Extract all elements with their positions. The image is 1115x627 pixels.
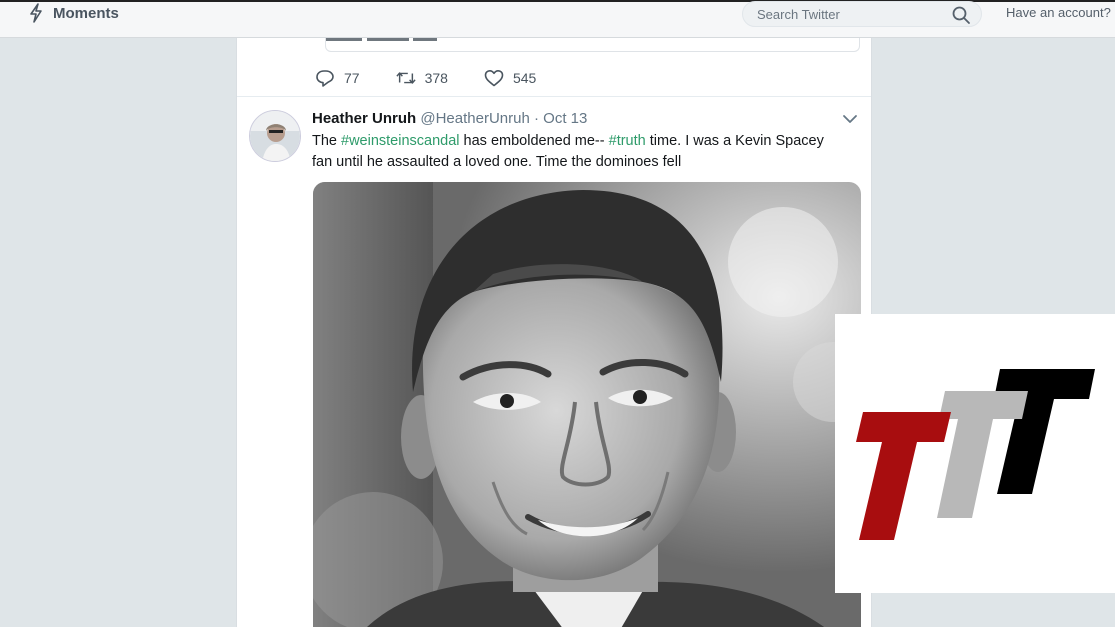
- broadcaster-logo: [835, 314, 1115, 593]
- timeline-column: 77 378 545 Heather Unruh @HeatherUnruh ·…: [236, 38, 872, 627]
- avatar[interactable]: [249, 110, 301, 162]
- card-bar: [367, 38, 409, 41]
- hashtag-link[interactable]: #truth: [609, 133, 646, 149]
- retweet-count: 378: [424, 70, 448, 86]
- like-button[interactable]: 545: [484, 69, 536, 87]
- search-input[interactable]: [757, 5, 947, 23]
- chevron-down-icon[interactable]: [841, 112, 859, 126]
- reply-button[interactable]: 77: [315, 69, 360, 87]
- moments-label: Moments: [53, 4, 119, 22]
- heart-icon: [484, 70, 504, 87]
- previous-tweet-actions: 77 378 545: [315, 69, 572, 87]
- reply-count: 77: [344, 70, 360, 86]
- like-count: 545: [512, 70, 537, 86]
- tweet-text-part: has emboldened me--: [459, 133, 609, 149]
- author-handle[interactable]: @HeatherUnruh: [420, 110, 529, 127]
- lightning-bolt-icon: [30, 3, 42, 23]
- top-nav-bar: Moments Have an account? L: [0, 0, 1115, 38]
- search-icon[interactable]: [951, 5, 971, 25]
- tweet-text: The #weinsteinscandal has emboldened me-…: [312, 131, 832, 173]
- tweet-header: Heather Unruh @HeatherUnruh · Oct 13: [312, 110, 587, 127]
- have-account-link[interactable]: Have an account? L: [1006, 5, 1115, 20]
- author-name[interactable]: Heather Unruh: [312, 110, 416, 127]
- moments-nav-link[interactable]: Moments: [28, 2, 119, 24]
- tweet-media-image[interactable]: [313, 182, 861, 627]
- search-box[interactable]: [742, 1, 982, 27]
- card-bar: [413, 38, 437, 41]
- retweet-button[interactable]: 378: [395, 69, 448, 87]
- reply-icon: [316, 70, 334, 87]
- tweet-divider: [237, 96, 871, 97]
- previous-tweet-card[interactable]: [325, 38, 860, 52]
- retweet-icon: [395, 72, 416, 84]
- hashtag-link[interactable]: #weinsteinscandal: [341, 133, 460, 149]
- separator-dot: ·: [533, 110, 539, 127]
- tweet-text-part: The: [312, 133, 342, 149]
- tweet-date[interactable]: Oct 13: [543, 110, 587, 127]
- card-bar: [326, 38, 362, 41]
